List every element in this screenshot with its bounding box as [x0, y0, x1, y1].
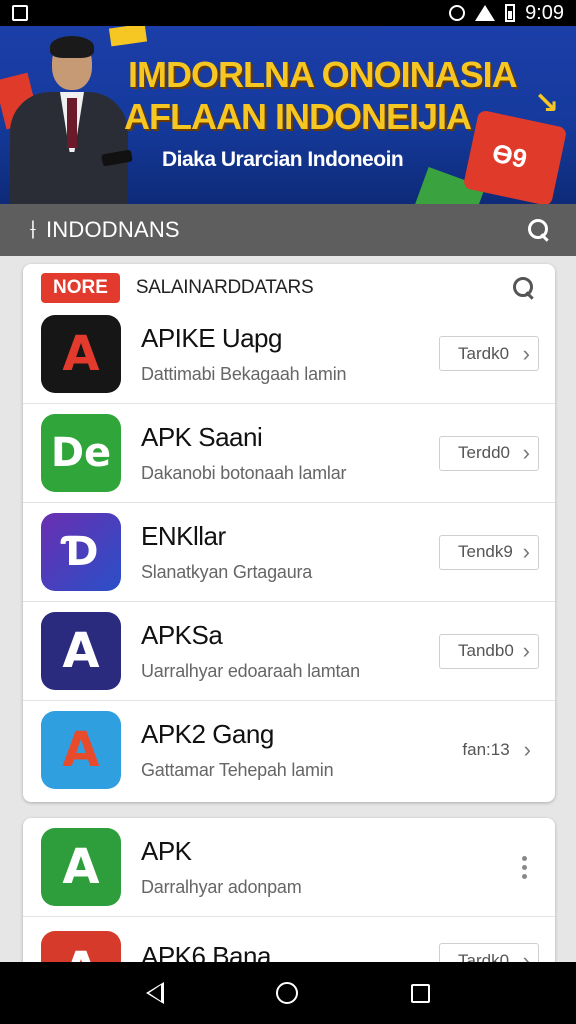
- chevron-right-icon: ›: [522, 539, 530, 564]
- app-action-link[interactable]: fan:13 ›: [462, 737, 539, 763]
- banner-subtitle: Diaka Urarcian Indoneoin: [162, 148, 404, 171]
- action-label: fan:13: [462, 740, 510, 759]
- search-icon[interactable]: [528, 219, 550, 241]
- app-description: Dakanobi botonaah lamlar: [141, 463, 347, 483]
- app-logo-glyph: A: [62, 325, 100, 382]
- back-icon[interactable]: [146, 982, 165, 1004]
- app-action-button[interactable]: Tardk0 ›: [439, 336, 539, 371]
- banner-logo-text: Ɵ9: [489, 137, 530, 175]
- app-action-button[interactable]: Terdd0 ›: [439, 435, 539, 471]
- banner-app-logo: Ɵ9: [462, 109, 568, 204]
- action-label: Tandb0: [458, 641, 514, 660]
- home-icon[interactable]: [276, 982, 299, 1004]
- wifi-icon: [475, 5, 496, 21]
- app-logo-glyph: A: [62, 722, 100, 778]
- app-icon: De: [41, 414, 121, 492]
- app-description: Dattimabi Bekagaah lamin: [141, 363, 347, 384]
- app-list-card-2: A APK Darralhyar adonpam A APK6 Bana Tar…: [23, 818, 555, 978]
- app-name: APK Saani: [141, 422, 263, 452]
- app-name: APKSa: [141, 620, 223, 650]
- app-logo-glyph: De: [50, 430, 112, 476]
- app-list-card: NORE SALAINARDDATARS A APIKE Uapg Dattim…: [23, 264, 555, 802]
- chevron-right-icon: ›: [523, 737, 531, 762]
- list-item[interactable]: A APKSa Uarralhyar edoaraah lamtan Tandb…: [23, 601, 555, 700]
- alarm-icon: [449, 5, 466, 21]
- app-name: ENKllar: [141, 521, 226, 551]
- app-icon: A: [41, 612, 121, 690]
- app-logo-glyph: A: [62, 839, 100, 895]
- presenter-image: [10, 32, 133, 204]
- app-description: Darralhyar adonpam: [141, 877, 302, 897]
- app-action-button[interactable]: Tendk9 ›: [439, 534, 539, 570]
- battery-icon: [505, 4, 516, 22]
- app-action-button[interactable]: Tandb0 ›: [439, 633, 539, 669]
- app-bar: ⟊ INDODNANS: [0, 204, 576, 256]
- app-icon: A: [41, 314, 121, 393]
- status-time: 9:09: [525, 1, 564, 24]
- list-item[interactable]: A APIKE Uapg Dattimabi Bekagaah lamin Ta…: [23, 304, 555, 403]
- section-title: SALAINARDDATARS: [135, 277, 314, 298]
- status-bar: 9:09: [0, 0, 576, 26]
- app-description: Gattamar Tehepah lamin: [141, 760, 334, 780]
- app-icon: A: [41, 828, 121, 906]
- list-item[interactable]: De APK Saani Dakanobi botonaah lamlar Te…: [23, 403, 555, 502]
- app-icon: Ɗ: [41, 513, 121, 591]
- chevron-right-icon: ›: [522, 638, 530, 663]
- recent-apps-icon[interactable]: [410, 983, 430, 1003]
- promo-banner[interactable]: IMDORLNA ONOINASIA AFLAAN INDONEIJIA ↘ D…: [0, 26, 576, 204]
- arrow-icon: ↘: [534, 87, 560, 120]
- action-label: Terdd0: [458, 443, 510, 462]
- app-bar-title: INDODNANS: [46, 217, 180, 242]
- app-name: APIKE Uapg: [141, 322, 282, 353]
- action-label: Tardk0: [458, 343, 510, 363]
- chevron-right-icon: ›: [522, 440, 530, 465]
- more-vert-icon[interactable]: [522, 855, 527, 879]
- list-item[interactable]: Ɗ ENKllar Slanatkyan Grtagaura Tendk9 ›: [23, 502, 555, 601]
- app-icon: A: [41, 711, 121, 789]
- app-name: APK2 Gang: [141, 719, 274, 749]
- list-item[interactable]: A APK2 Gang Gattamar Tehepah lamin fan:1…: [23, 700, 555, 799]
- action-label: Tendk9: [458, 542, 513, 561]
- chevron-right-icon: ›: [522, 340, 530, 366]
- banner-title-line1: IMDORLNA ONOINASIA: [128, 54, 518, 95]
- menu-icon[interactable]: ⟊: [26, 214, 40, 246]
- notification-icon: [12, 5, 28, 21]
- app-description: Slanatkyan Grtagaura: [141, 562, 313, 582]
- app-name: APK: [141, 836, 192, 866]
- search-icon[interactable]: [513, 277, 535, 299]
- app-logo-glyph: A: [62, 623, 100, 679]
- app-logo-glyph: Ɗ: [63, 529, 99, 575]
- app-description: Uarralhyar edoaraah lamtan: [141, 661, 360, 681]
- section-badge[interactable]: NORE: [41, 273, 120, 303]
- banner-title-line2: AFLAAN INDONEIJIA: [124, 96, 472, 137]
- list-item[interactable]: A APK Darralhyar adonpam: [23, 818, 555, 916]
- status-icons: 9:09: [449, 2, 564, 25]
- navigation-bar: [0, 962, 576, 1024]
